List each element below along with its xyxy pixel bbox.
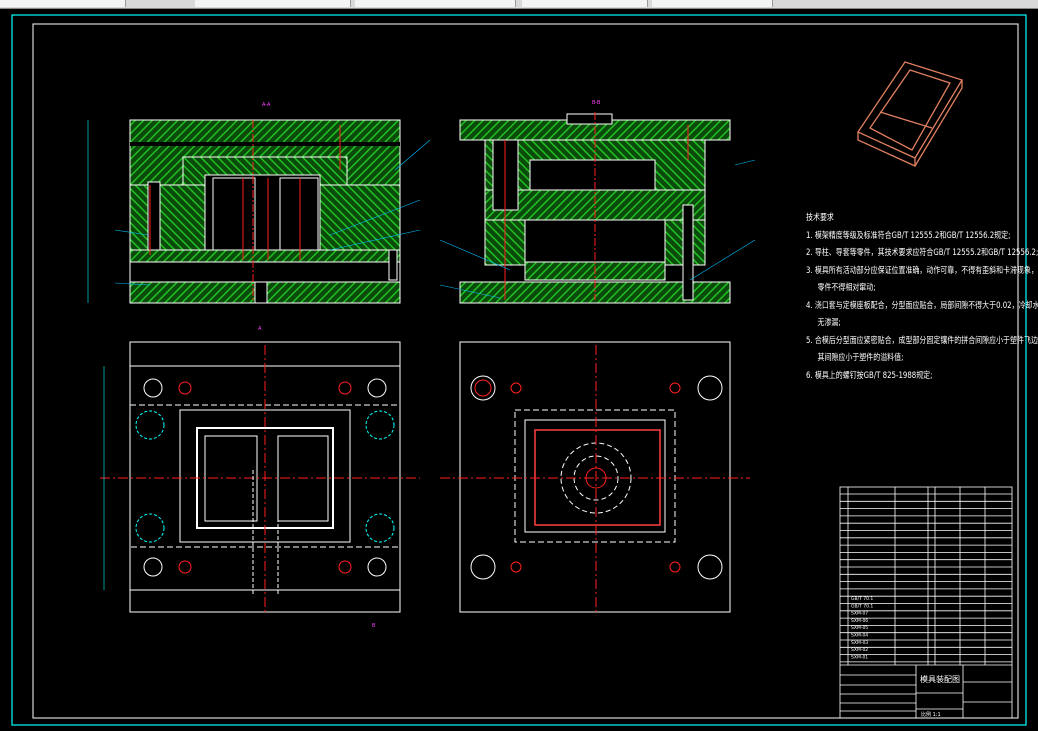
- bom-row: SXM-04: [851, 633, 868, 639]
- tech-item: 4. 浇口套与定模座板配合，分型面应贴合，局部间隙不得大于0.02，冷却水道畅通…: [806, 300, 1038, 311]
- tech-item: 6. 模具上的螺钉按GB/T 825-1988规定;: [806, 370, 933, 381]
- plan-view-right: [440, 341, 750, 613]
- section-label-a: A-A: [262, 102, 271, 108]
- tech-item: 3. 模具所有活动部分应保证位置准确，动作可靠，不得有歪斜和卡滞现象，要求固定的: [806, 265, 1038, 276]
- scale-label: 比例 1:1: [921, 711, 941, 718]
- tech-item: 1. 模架精度等级及标准符合GB/T 12555.2和GB/T 12556.2规…: [806, 230, 1011, 241]
- technical-requirements: 技术要求 1. 模架精度等级及标准符合GB/T 12555.2和GB/T 125…: [806, 210, 1038, 385]
- section-label-b: B-B: [592, 100, 601, 106]
- bom-row: GB/T 70.1: [851, 603, 873, 609]
- bom-row: SXM-02: [851, 647, 868, 653]
- bom-row: SXM-05: [851, 625, 868, 631]
- tech-heading: 技术要求: [806, 213, 834, 223]
- plan-view-left: [100, 341, 420, 613]
- view-label-a: A: [258, 326, 262, 332]
- section-view-left: [87, 119, 431, 304]
- bom-row: SXM-06: [851, 618, 868, 624]
- tech-item: 零件不得相对窜动;: [817, 283, 876, 293]
- tech-item: 5. 合模后分型面应紧密贴合，成型部分固定镶件的拼合间隙应小于塑件飞边值，: [806, 335, 1038, 346]
- product-isometric: [857, 61, 963, 168]
- tech-item: 其间隙应小于塑件的溢料值;: [817, 353, 904, 363]
- view-label-b: B: [372, 623, 376, 629]
- bom-row: SXM-01: [851, 654, 868, 660]
- section-view-right: [439, 112, 756, 304]
- drawing-title: 模具装配图: [920, 674, 960, 684]
- tech-item: 2. 导柱、导套等零件，其技术要求应符合GB/T 12555.2和GB/T 12…: [806, 248, 1038, 258]
- bom-row: SXM-03: [851, 640, 868, 646]
- bom-row: SXM-07: [851, 611, 868, 617]
- tech-item: 无渗漏;: [817, 318, 841, 328]
- bom-row: GB/T 70.1: [851, 596, 873, 602]
